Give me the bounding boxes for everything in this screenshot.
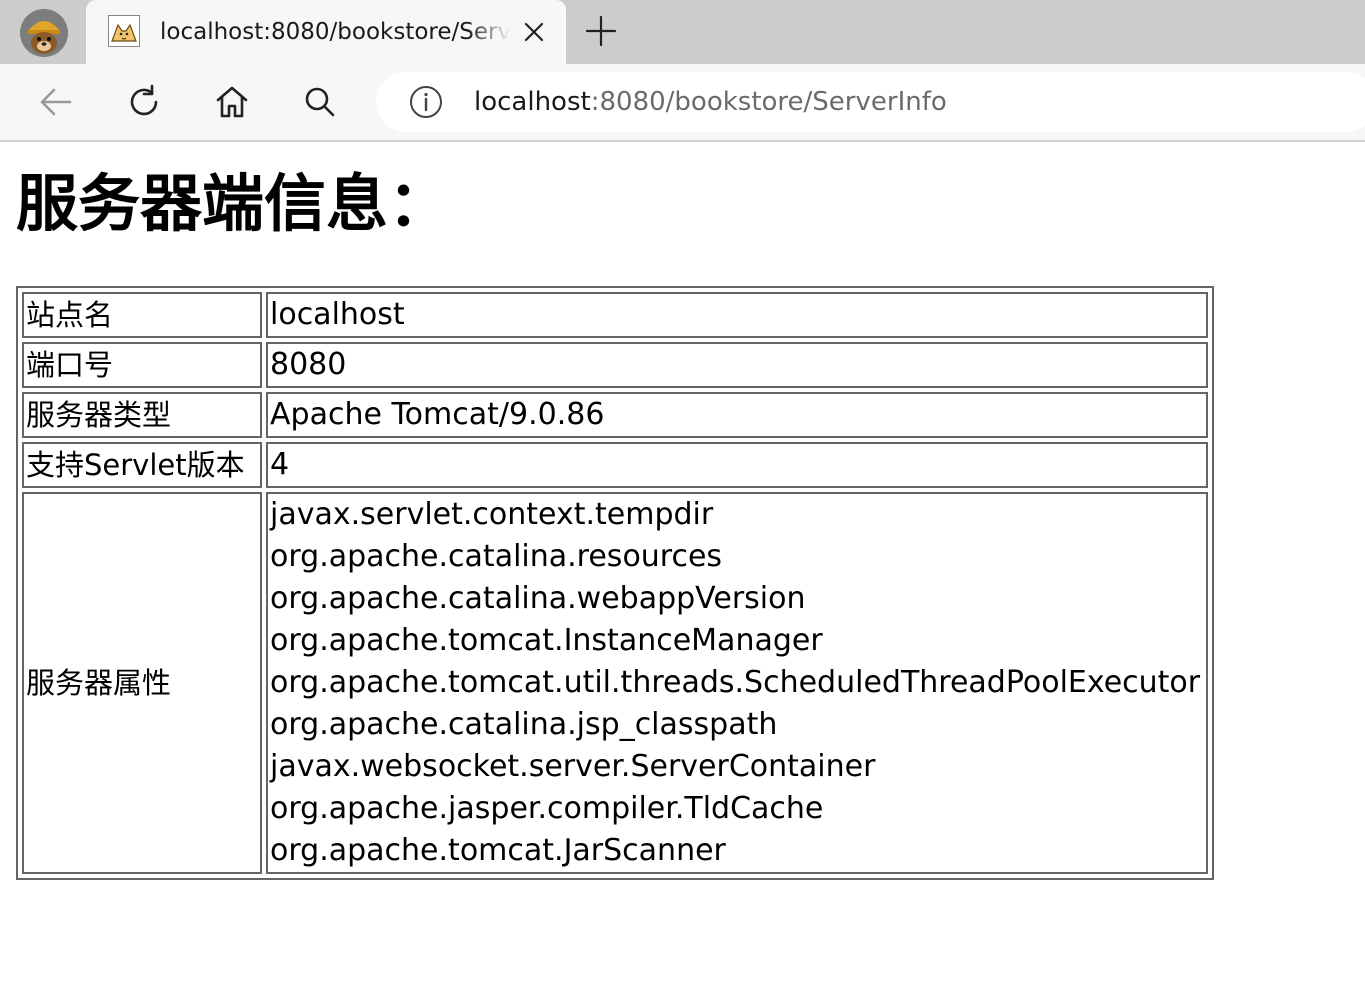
close-icon[interactable] (520, 18, 548, 46)
info-icon[interactable] (408, 84, 444, 120)
url-path: :8080/bookstore/ServerInfo (590, 87, 947, 117)
refresh-button[interactable] (124, 82, 164, 122)
attribute-item: javax.servlet.context.tempdir (270, 497, 714, 532)
table-row-port: 端口号 8080 (22, 342, 1208, 388)
attribute-item: org.apache.catalina.webappVersion (270, 581, 806, 616)
search-button[interactable] (300, 82, 340, 122)
site-name-label: 站点名 (22, 292, 262, 338)
page-heading: 服务器端信息： (16, 167, 451, 240)
address-bar[interactable]: localhost:8080/bookstore/ServerInfo (376, 72, 1365, 132)
attribute-item: org.apache.tomcat.InstanceManager (270, 623, 823, 658)
tab-strip: localhost:8080/bookstore/ServerInfo (0, 0, 1365, 64)
refresh-icon (130, 84, 158, 116)
attribute-item: org.apache.catalina.jsp_classpath (270, 707, 778, 742)
profile-avatar-icon (20, 9, 68, 57)
server-info-table: 站点名 localhost 端口号 8080 服务器类型 Apache Tomc… (16, 286, 1214, 880)
page-content: 服务器端信息： 站点名 localhost 端口号 8080 服务器类型 Apa… (0, 142, 1365, 991)
table-row-servlet-version: 支持Servlet版本 4 (22, 442, 1208, 488)
url-text[interactable]: localhost:8080/bookstore/ServerInfo (474, 72, 947, 132)
attribute-item: org.apache.tomcat.JarScanner (270, 833, 726, 868)
table-row-site-name: 站点名 localhost (22, 292, 1208, 338)
server-type-label: 服务器类型 (22, 392, 262, 438)
home-icon (216, 86, 248, 118)
profile-avatar[interactable] (20, 9, 68, 57)
attribute-item: org.apache.jasper.compiler.TldCache (270, 791, 824, 826)
table-row-attributes: 服务器属性 javax.servlet.context.tempdir org.… (22, 492, 1208, 874)
new-tab-button[interactable] (584, 14, 618, 48)
url-host: localhost (474, 87, 591, 117)
plus-icon (585, 15, 617, 47)
attribute-item: javax.websocket.server.ServerContainer (270, 749, 876, 784)
tab-title: localhost:8080/bookstore/ServerInfo (160, 19, 510, 45)
browser-toolbar: localhost:8080/bookstore/ServerInfo (0, 64, 1365, 142)
port-label: 端口号 (22, 342, 262, 388)
tomcat-favicon-icon (108, 15, 140, 47)
back-button[interactable] (36, 82, 76, 122)
browser-tab-active[interactable]: localhost:8080/bookstore/ServerInfo (86, 0, 566, 64)
server-type-value: Apache Tomcat/9.0.86 (266, 392, 1208, 438)
back-arrow-icon (40, 88, 72, 116)
attributes-label: 服务器属性 (22, 492, 262, 874)
attribute-item: org.apache.catalina.resources (270, 539, 723, 574)
attribute-item: org.apache.tomcat.util.threads.Scheduled… (270, 665, 1201, 700)
port-value: 8080 (266, 342, 1208, 388)
table-row-server-type: 服务器类型 Apache Tomcat/9.0.86 (22, 392, 1208, 438)
servlet-version-label: 支持Servlet版本 (22, 442, 262, 488)
attributes-value-list: javax.servlet.context.tempdir org.apache… (266, 492, 1208, 874)
site-name-value: localhost (266, 292, 1208, 338)
servlet-version-value: 4 (266, 442, 1208, 488)
search-icon (305, 87, 335, 117)
home-button[interactable] (212, 82, 252, 122)
